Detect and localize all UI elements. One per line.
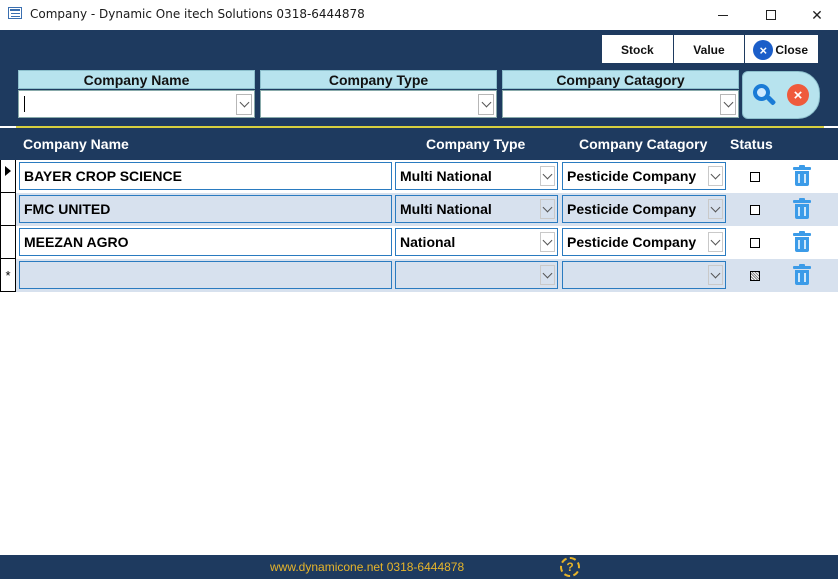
company-category-combo[interactable] [502,90,739,118]
company-name-cell[interactable] [19,261,392,289]
status-checkbox[interactable] [750,238,760,248]
new-record-selector[interactable]: * [0,259,16,292]
search-button[interactable] [751,83,777,107]
chevron-down-icon[interactable] [708,199,723,219]
maximize-button[interactable] [748,0,794,30]
company-category-cell[interactable] [562,261,726,289]
filter-company-category: Company Catagory [502,70,739,118]
filter-company-type-label: Company Type [260,70,497,89]
company-category-cell[interactable]: Pesticide Company [562,228,726,256]
company-name-cell[interactable]: BAYER CROP SCIENCE [19,162,392,190]
chevron-down-icon[interactable] [540,199,555,219]
company-category-value: Pesticide Company [567,201,697,217]
status-checkbox-indeterminate[interactable] [750,271,760,281]
maximize-icon [766,10,776,20]
clear-filter-button[interactable]: × [787,84,809,106]
delete-icon[interactable] [793,165,811,187]
chevron-down-icon[interactable] [236,94,252,115]
filter-company-type: Company Type [260,70,497,118]
company-type-value: Multi National [400,168,492,184]
footer: www.dynamicone.net 0318-6444878 ? [0,555,838,579]
close-icon: ✕ [811,6,823,23]
title-bar: Company - Dynamic One itech Solutions 03… [0,0,838,30]
company-type-combo[interactable] [260,90,497,118]
col-header-company-category: Company Catagory [579,136,708,152]
new-record-row: * [0,259,838,292]
delete-icon[interactable] [793,198,811,220]
row-selector[interactable] [0,193,16,226]
company-type-cell[interactable]: Multi National [395,162,558,190]
company-name-cell[interactable]: FMC UNITED [19,195,392,223]
company-type-cell[interactable]: Multi National [395,195,558,223]
column-headers: Company Name Company Type Company Catago… [0,128,838,160]
close-button-label: Close [775,43,808,57]
window-close-button[interactable]: ✕ [794,0,838,30]
col-header-company-type: Company Type [426,136,526,152]
company-type-cell[interactable] [395,261,558,289]
company-name-cell[interactable]: MEEZAN AGRO [19,228,392,256]
chevron-down-icon[interactable] [720,94,736,115]
chevron-down-icon[interactable] [540,232,555,252]
company-type-value: National [400,234,456,250]
table-row: BAYER CROP SCIENCE Multi National Pestic… [0,160,838,193]
search-icon-handle [765,95,777,106]
table-row: FMC UNITED Multi National Pesticide Comp… [0,193,838,226]
toolbar: Stock Value × Close [601,34,819,65]
col-header-status: Status [730,136,773,152]
close-button[interactable]: × Close [745,35,818,65]
chevron-down-icon[interactable] [708,166,723,186]
status-checkbox[interactable] [750,172,760,182]
delete-icon[interactable] [793,231,811,253]
filter-company-category-label: Company Catagory [502,70,739,89]
chevron-down-icon[interactable] [540,166,555,186]
text-caret [24,96,25,112]
chevron-down-icon[interactable] [478,94,494,115]
company-category-value: Pesticide Company [567,168,697,184]
header-panel: Stock Value × Close Company Name Company… [0,30,838,126]
minimize-icon [718,14,728,16]
col-header-company-name: Company Name [23,136,129,152]
stock-button[interactable]: Stock [602,35,674,65]
filter-company-name-label: Company Name [18,70,255,89]
delete-icon[interactable] [793,264,811,286]
close-circle-icon: × [753,40,774,60]
company-category-value: Pesticide Company [567,234,697,250]
filter-company-name: Company Name [18,70,255,118]
status-checkbox[interactable] [750,205,760,215]
chevron-down-icon[interactable] [708,232,723,252]
minimize-button[interactable] [700,0,746,30]
window-title: Company - Dynamic One itech Solutions 03… [30,7,365,21]
value-button[interactable]: Value [674,35,746,65]
table-row: MEEZAN AGRO National Pesticide Company [0,226,838,259]
current-row-icon [5,166,11,176]
row-selector[interactable] [0,226,16,259]
form-icon [8,7,22,19]
help-icon[interactable]: ? [560,557,580,577]
company-type-cell[interactable]: National [395,228,558,256]
company-category-cell[interactable]: Pesticide Company [562,162,726,190]
new-record-icon: * [5,267,11,283]
row-selector[interactable] [0,160,16,193]
company-category-cell[interactable]: Pesticide Company [562,195,726,223]
chevron-down-icon[interactable] [540,265,555,285]
search-actions: × [742,71,820,119]
company-type-value: Multi National [400,201,492,217]
chevron-down-icon[interactable] [708,265,723,285]
company-name-combo[interactable] [18,90,255,118]
footer-website-phone[interactable]: www.dynamicone.net 0318-6444878 [270,560,464,574]
